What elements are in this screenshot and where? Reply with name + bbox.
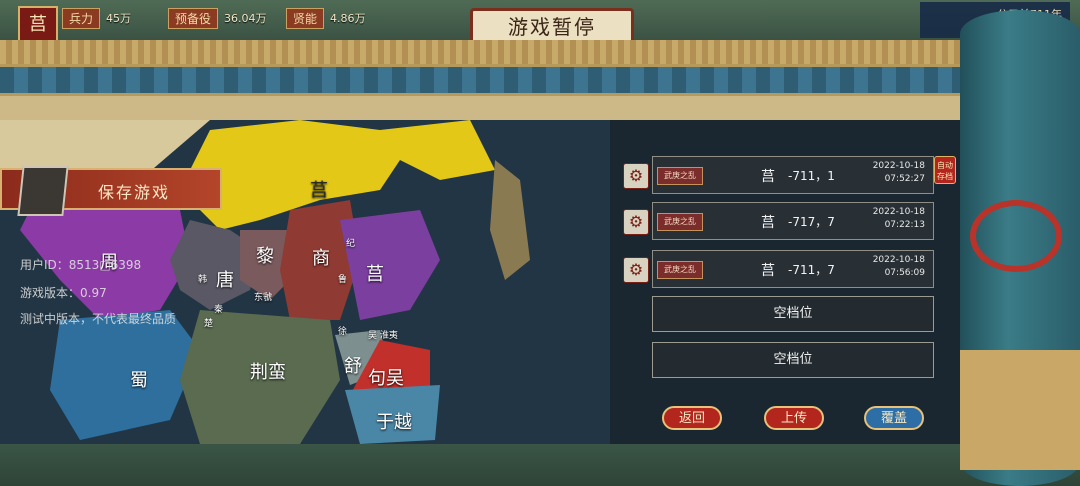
label-dongguo: 东虢 — [254, 293, 273, 303]
save-scroll-frame: 保存游戏 用户ID：8513□6398 游戏版本：0.97 测试中版本，不代表最… — [0, 40, 1010, 444]
disclaimer-text: 测试中版本，不代表最终品质 — [20, 312, 177, 326]
label-yuyue: 于越 — [376, 412, 412, 433]
stat-talent-label: 贤能 — [286, 7, 325, 29]
save-timestamp: 2022-10-18 07:52:27 — [873, 160, 925, 186]
save-timestamp: 2022-10-18 07:22:13 — [873, 206, 925, 232]
label-li: 黎 — [256, 246, 274, 267]
version-text: 游戏版本：0.97 — [20, 286, 107, 300]
stat-reserve: 预备役 36.04万 — [168, 7, 267, 29]
label-shu: 蜀 — [130, 370, 148, 391]
label-chu: 楚 — [204, 319, 214, 329]
save-game-header: 保存游戏 — [0, 166, 222, 216]
save-turn: -711，7 — [788, 263, 835, 277]
save-date: 2022-10-18 — [872, 255, 925, 265]
world-map: 保存游戏 用户ID：8513□6398 游戏版本：0.97 测试中版本，不代表最… — [0, 120, 610, 444]
save-date: 2022-10-18 — [872, 207, 925, 217]
stat-talent-value: 4.86万 — [330, 12, 366, 25]
save-timestamp: 2022-10-18 07:56:09 — [873, 254, 925, 280]
save-date: 2022-10-18 — [872, 161, 925, 171]
save-slot-1[interactable]: ⚙ 武庚之乱 莒 -711，1 2022-10-18 07:52:27 — [623, 156, 934, 194]
label-shang: 商 — [312, 248, 330, 269]
label-jingman: 荆蛮 — [250, 362, 286, 383]
stat-troops-value: 45万 — [106, 12, 132, 25]
label-ju-north: 莒 — [310, 180, 328, 201]
gear-icon[interactable]: ⚙ — [623, 163, 649, 189]
label-tang: 唐 — [216, 270, 234, 291]
label-shu2: 舒 — [344, 356, 362, 377]
label-xu: 徐 — [338, 327, 348, 337]
back-button[interactable]: 返回 — [662, 406, 722, 430]
scroll-edge-decoration — [0, 40, 1010, 64]
books-icon — [17, 166, 69, 216]
rope-knot-icon — [970, 200, 1062, 272]
gear-icon[interactable]: ⚙ — [623, 209, 649, 235]
scroll-roll — [960, 10, 1080, 486]
label-ji: 纪 — [346, 239, 356, 249]
label-qin: 秦 — [214, 305, 224, 315]
save-era-badge: 武庚之乱 — [657, 261, 703, 279]
empty-slot-2[interactable]: 空档位 — [652, 342, 934, 378]
gear-icon[interactable]: ⚙ — [623, 257, 649, 283]
top-bar: 莒 兵力 45万 预备役 36.04万 贤能 4.86万 游戏暂停 公元前711… — [0, 0, 1080, 46]
save-state-name: 莒 — [761, 215, 775, 231]
save-time: 07:56:09 — [884, 268, 925, 278]
stat-troops: 兵力 45万 — [62, 7, 132, 29]
save-era-badge: 武庚之乱 — [657, 167, 703, 185]
save-time: 07:52:27 — [884, 174, 925, 184]
upload-button[interactable]: 上传 — [764, 406, 824, 430]
stat-reserve-label: 预备役 — [168, 7, 219, 29]
state-emblem[interactable]: 莒 — [18, 6, 58, 44]
label-ju: 莒 — [366, 264, 384, 285]
auto-save-badge: 自动存档 — [934, 156, 956, 184]
save-turn: -717，7 — [788, 215, 835, 229]
label-lu: 鲁 — [338, 275, 348, 285]
stat-reserve-value: 36.04万 — [224, 12, 267, 25]
label-han: 韩 — [198, 275, 208, 285]
user-id-text: 用户ID：8513□6398 — [20, 258, 142, 272]
empty-slot-1[interactable]: 空档位 — [652, 296, 934, 332]
save-slot-3[interactable]: ⚙ 武庚之乱 莒 -711，7 2022-10-18 07:56:09 — [623, 250, 934, 288]
save-turn: -711，1 — [788, 169, 835, 183]
stat-troops-label: 兵力 — [62, 7, 101, 29]
save-era-badge: 武庚之乱 — [657, 213, 703, 231]
save-game-title: 保存游戏 — [98, 183, 171, 202]
label-huaiyi: 吴 淮夷 — [368, 331, 398, 341]
save-slot-2[interactable]: ⚙ 武庚之乱 莒 -717，7 2022-10-18 07:22:13 — [623, 202, 934, 240]
save-state-name: 莒 — [761, 263, 775, 279]
save-state-name: 莒 — [761, 169, 775, 185]
stat-talent: 贤能 4.86万 — [286, 7, 366, 29]
scroll-band — [960, 350, 1080, 470]
overwrite-button[interactable]: 覆盖 — [864, 406, 924, 430]
label-gouwu: 句吴 — [368, 368, 404, 389]
save-panel: 保存游戏 用户ID：8513□6398 游戏版本：0.97 测试中版本，不代表最… — [0, 120, 1000, 444]
meander-border-top — [0, 64, 1010, 96]
save-time: 07:22:13 — [884, 220, 925, 230]
